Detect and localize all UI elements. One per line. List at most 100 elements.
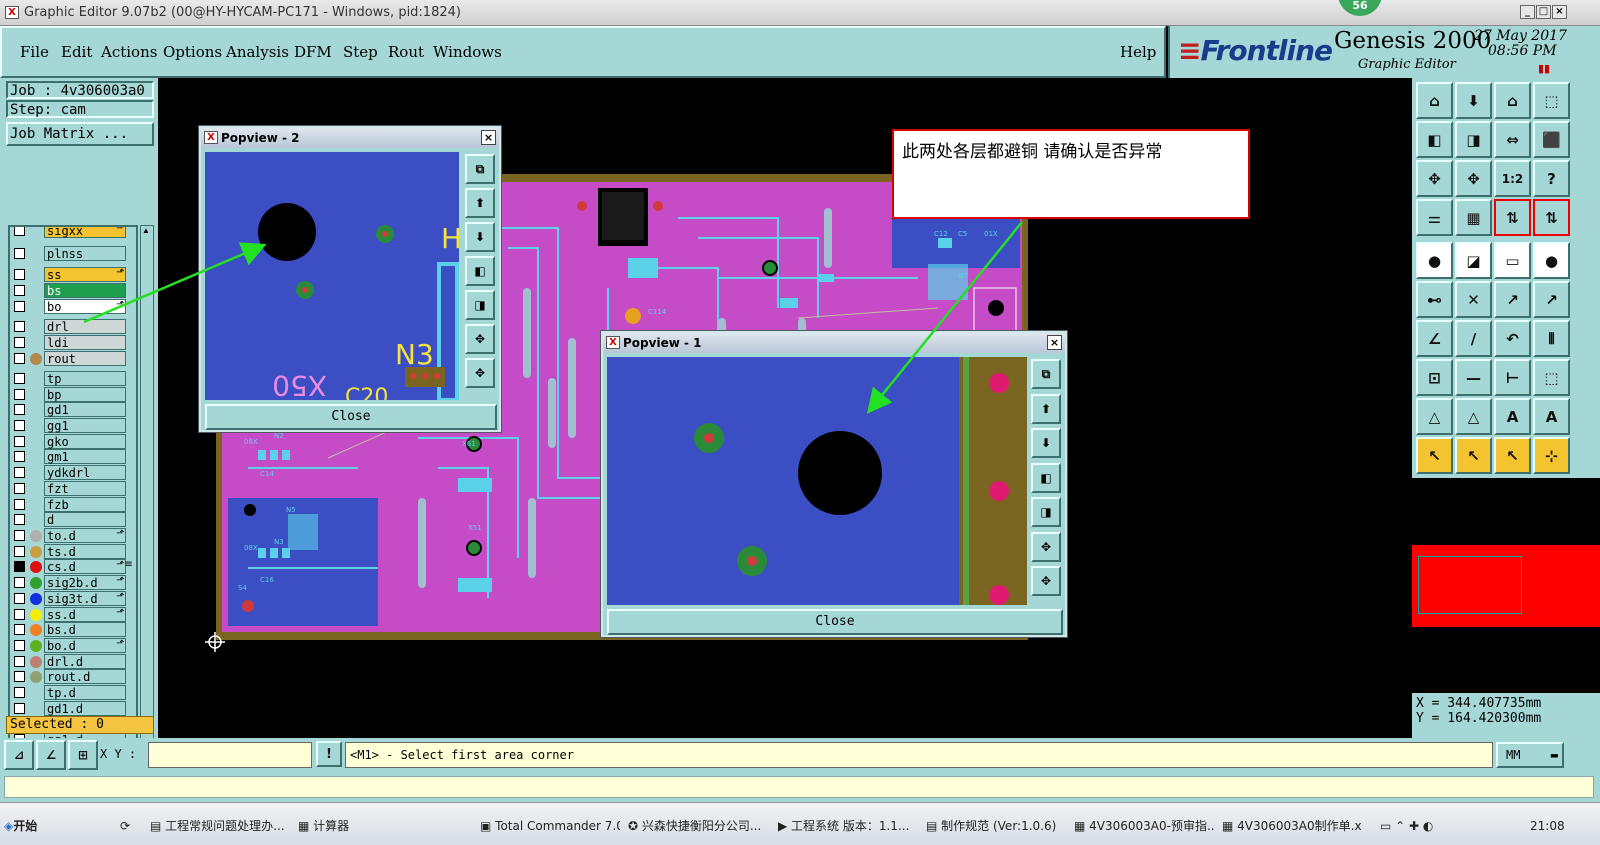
close-window-button[interactable]: × (1552, 5, 1567, 19)
layer-color-icon[interactable] (30, 530, 42, 542)
popview-1-view[interactable] (607, 357, 1027, 605)
menu-analysis[interactable]: Analysis (226, 43, 289, 61)
popview-1-close-button[interactable]: Close (607, 609, 1063, 635)
pan-center-icon[interactable]: ⇔ (1494, 121, 1531, 158)
task-item-6[interactable]: ▦ 4V306003A0-预审指... (1074, 813, 1214, 839)
layer-color-icon[interactable] (30, 561, 42, 573)
layer-row-ts-d[interactable]: ts.d (10, 544, 136, 559)
break-icon[interactable]: ✕ (1455, 281, 1492, 318)
popview-2-close-button[interactable]: Close (205, 404, 497, 430)
layer-name[interactable]: rout (44, 351, 126, 366)
menu-rout[interactable]: Rout (388, 43, 424, 61)
measure-icon[interactable]: ● (1416, 242, 1453, 279)
fill-icon[interactable]: ⚌ (1416, 199, 1453, 236)
layer-name[interactable]: gd1.d (44, 701, 126, 716)
layer-checkbox[interactable] (14, 624, 25, 635)
dimension-icon[interactable]: ⊢ (1494, 359, 1531, 396)
layer-checkbox[interactable] (14, 467, 25, 478)
layer-checkbox[interactable] (14, 389, 25, 400)
layer-name[interactable]: bp (44, 387, 126, 402)
layer-checkbox[interactable] (14, 248, 25, 259)
menu-windows[interactable]: Windows (433, 43, 502, 61)
layer-row-sig2b-d[interactable]: sig2b.d ⬏ (10, 575, 136, 590)
layer-name[interactable]: bo (44, 299, 126, 314)
layer-row-tp-d[interactable]: tp.d (10, 685, 136, 700)
layer-checkbox[interactable] (14, 227, 25, 236)
menu-edit[interactable]: Edit (61, 43, 92, 61)
popview-left-icon[interactable]: ◧ (465, 256, 495, 286)
scroll-up-icon[interactable]: ▲ (142, 226, 150, 235)
triangle-icon[interactable]: △ (1416, 398, 1453, 435)
layer-name[interactable]: sigxx (44, 227, 126, 238)
zoom-out-icon[interactable]: ⌂ (1494, 82, 1531, 119)
job-matrix-button[interactable]: Job Matrix ... (6, 122, 154, 146)
layer-row-gko[interactable]: gko (10, 434, 136, 449)
tree-icon[interactable]: ⊹ (1533, 437, 1570, 474)
layer-name[interactable]: to.d (44, 528, 126, 543)
layer-checkbox[interactable] (14, 687, 25, 698)
layer-checkbox[interactable] (14, 285, 25, 296)
layer-row-tp[interactable]: tp (10, 371, 136, 386)
layer-checkbox[interactable] (14, 321, 25, 332)
menu-options[interactable]: Options (163, 43, 222, 61)
zoom-window-icon[interactable]: ✥ (1416, 160, 1453, 197)
popview-right-icon[interactable]: ◨ (1031, 497, 1061, 527)
layer-row-bs-d[interactable]: bs.d (10, 622, 136, 637)
layer-name[interactable]: drl.d (44, 654, 126, 669)
popview-up-icon[interactable]: ⬆ (1031, 393, 1061, 424)
layer-checkbox[interactable] (14, 353, 25, 364)
popview-fit-icon[interactable]: ✥ (1031, 531, 1061, 562)
layer-name[interactable]: tp.d (44, 685, 126, 700)
grid-icon[interactable]: ⊞ (68, 740, 98, 770)
popview-down-icon[interactable]: ⬇ (465, 222, 495, 252)
layer-name[interactable]: sig2b.d (44, 575, 126, 590)
popview-2-view[interactable]: H N3 X50 C20 (205, 152, 459, 400)
layer-name[interactable]: rout.d (44, 669, 126, 684)
layer-name[interactable]: fzt (44, 481, 126, 496)
layer-name[interactable]: drl (44, 319, 126, 334)
task-item-7[interactable]: ▦ 4V306003A0制作单.x... (1222, 813, 1362, 839)
ruler-icon[interactable]: ▭ (1494, 242, 1531, 279)
layer-name[interactable]: ss.d (44, 607, 126, 622)
minimize-button[interactable]: _ (1520, 5, 1535, 19)
task-item-5[interactable]: ▤ 制作规范 (Ver:1.0.6) (926, 813, 1066, 839)
layer-checkbox[interactable] (14, 451, 25, 462)
popview-1-titlebar[interactable]: X Popview - 1 × (603, 333, 1065, 353)
task-item-4[interactable]: ▶ 工程系统 版本：1.1... (778, 813, 918, 839)
task-item-3[interactable]: ✪ 兴森快捷衡阳分公司... (628, 813, 768, 839)
menu-help[interactable]: Help (1120, 43, 1156, 61)
layer-name[interactable]: plnss (44, 246, 126, 261)
layer-checkbox[interactable] (14, 703, 25, 714)
extend-icon[interactable]: ↗ (1533, 281, 1570, 318)
layer-checkbox[interactable] (14, 337, 25, 348)
layer-checkbox[interactable] (14, 404, 25, 415)
layer-row-bo-d[interactable]: bo.d ⬏ (10, 638, 136, 653)
layer-row-ydkdrl[interactable]: ydkdrl (10, 465, 136, 480)
layer-row-ldi[interactable]: ldi (10, 335, 136, 350)
layer-row-sigxx[interactable]: sigxx ⬏ (10, 227, 136, 238)
layer-name[interactable]: gko (44, 434, 126, 449)
layer-name[interactable]: d (44, 512, 126, 527)
layer-checkbox[interactable] (14, 483, 25, 494)
layer-name[interactable]: cs.d (44, 559, 126, 574)
layer-checkbox[interactable] (14, 530, 25, 541)
minus-icon[interactable]: — (1455, 359, 1492, 396)
pan-left-icon[interactable]: ◧ (1416, 121, 1453, 158)
task-item-0[interactable]: ▤ 工程常规问题处理办... (150, 813, 290, 839)
angle-icon[interactable]: ∠ (36, 740, 66, 770)
pointer-yellow-icon[interactable]: ↖ (1494, 437, 1531, 474)
center-icon[interactable]: ● (1533, 242, 1570, 279)
popview-zoom-icon[interactable]: ⧉ (465, 154, 495, 184)
menu-file[interactable]: File (20, 43, 49, 61)
menu-step[interactable]: Step (343, 43, 378, 61)
layer-row-bp[interactable]: bp (10, 387, 136, 402)
layer-color-icon[interactable] (30, 577, 42, 589)
units-selector[interactable]: MM ▬ (1496, 742, 1564, 768)
layer-color-icon[interactable] (30, 656, 42, 668)
task-item-1[interactable]: ▦ 计算器 (298, 813, 458, 839)
one-to-one-icon[interactable]: 1:2 (1494, 160, 1531, 197)
layer-checkbox[interactable] (14, 577, 25, 588)
layer-checkbox[interactable] (14, 514, 25, 525)
layer-row-bs[interactable]: bs (10, 283, 136, 298)
quicklaunch-icon[interactable]: ⟳ (120, 813, 140, 839)
